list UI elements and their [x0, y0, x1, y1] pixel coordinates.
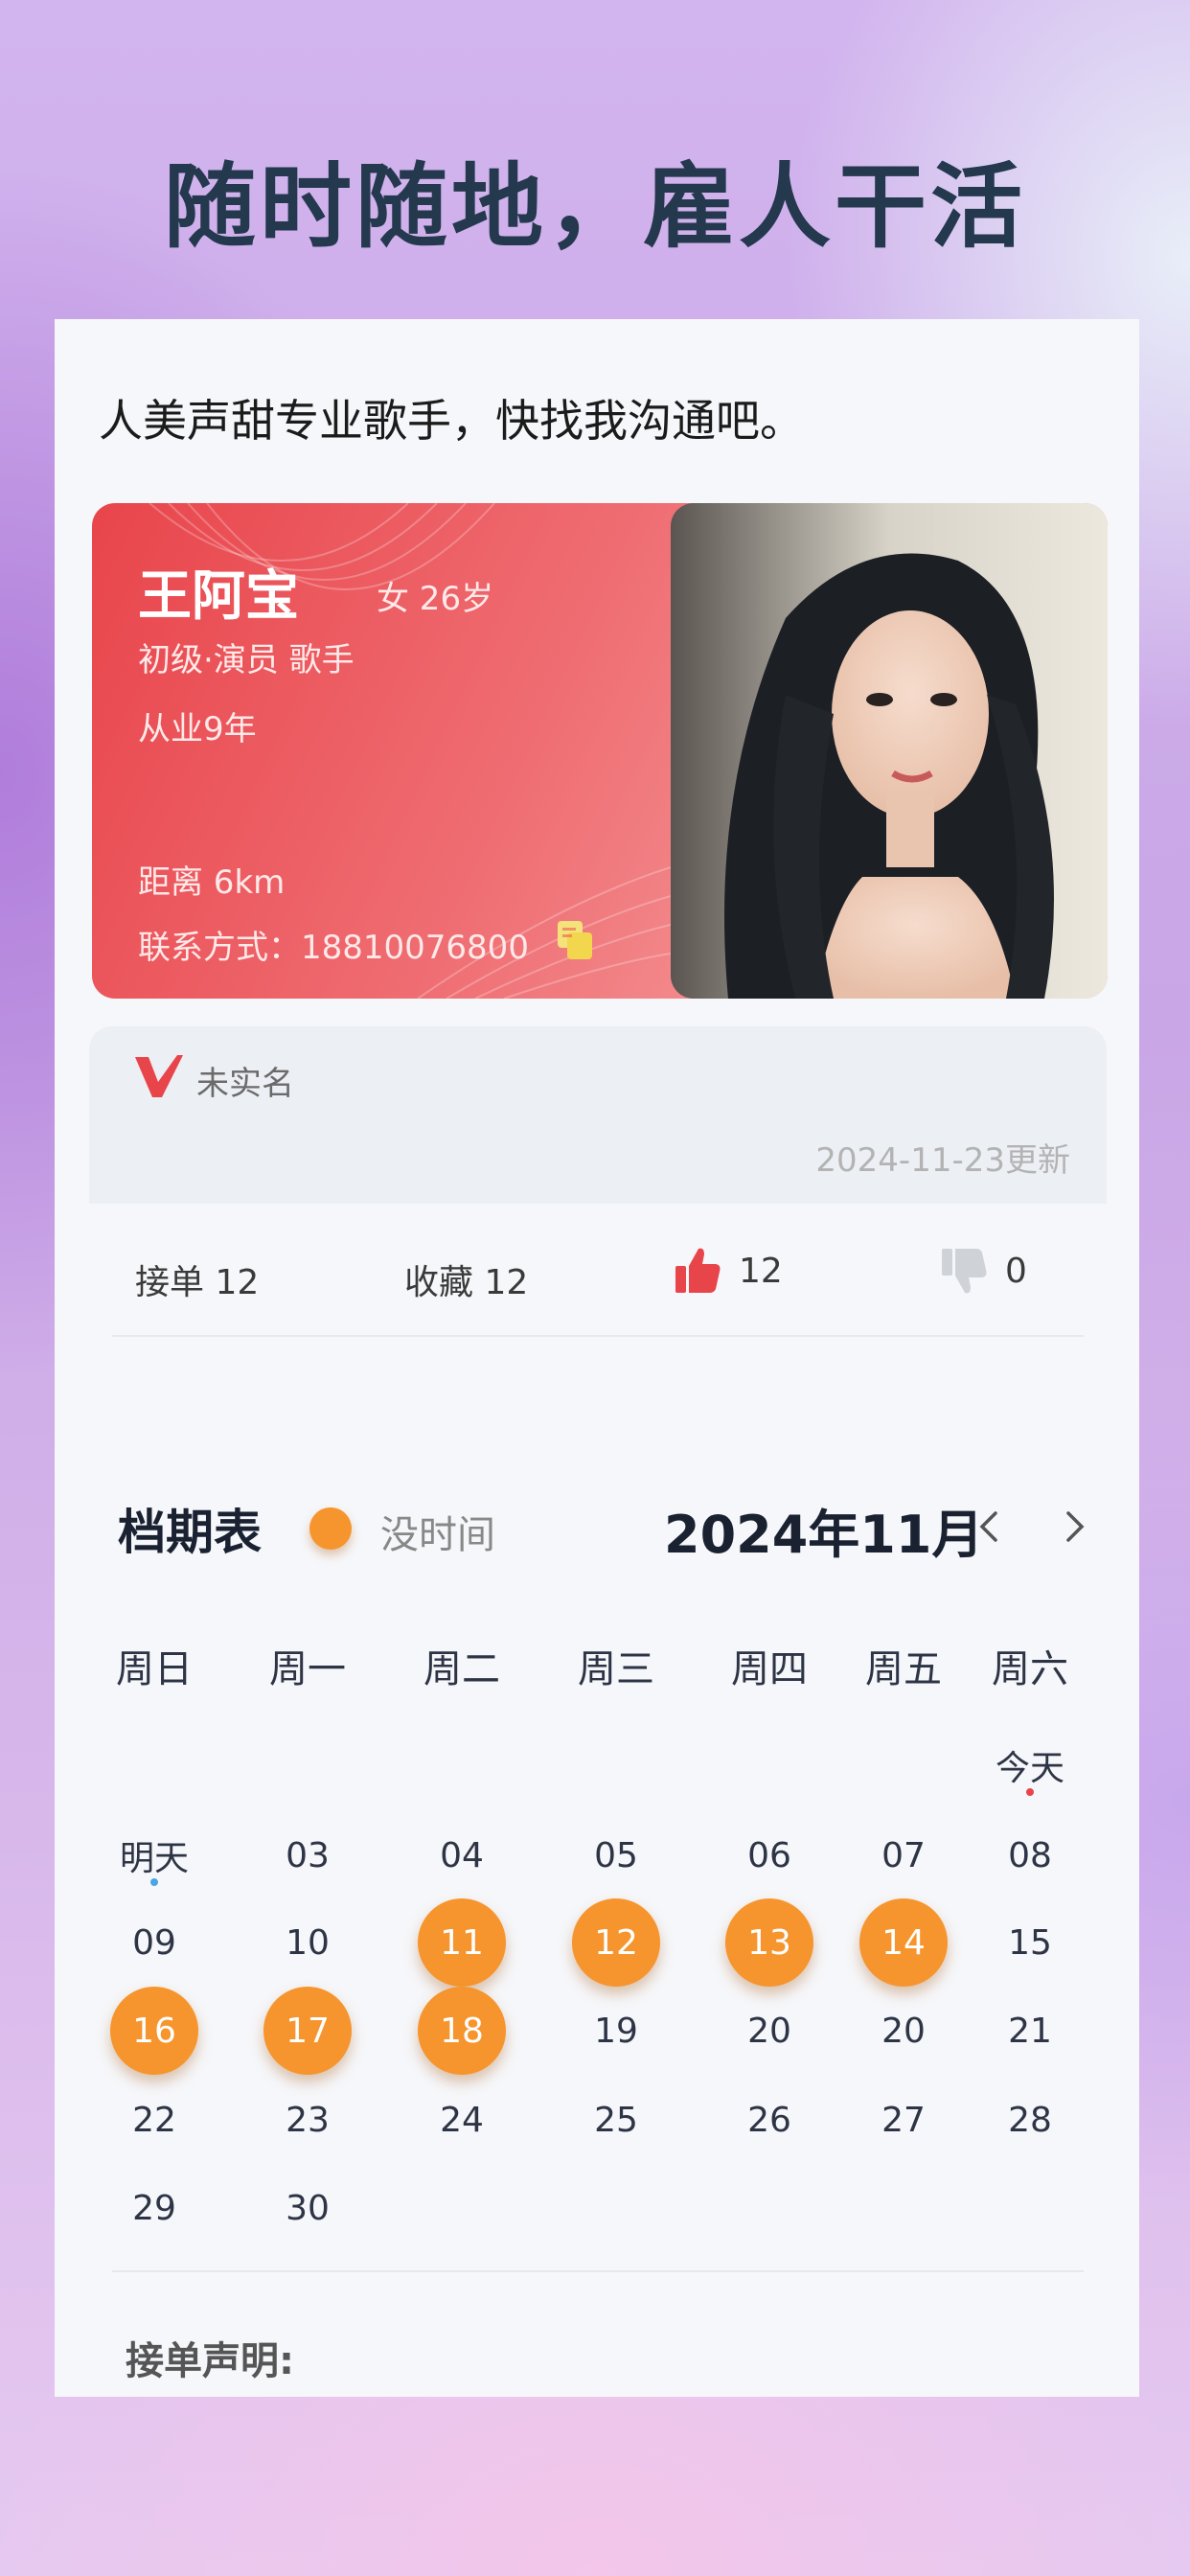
calendar-day[interactable]: 22	[110, 2076, 198, 2164]
contact-text: 联系方式：18810076800	[138, 929, 529, 967]
distance-text: 距离 6km	[138, 863, 286, 902]
worker-photo[interactable]	[671, 503, 1108, 999]
bio-text: 人美声甜专业歌手，快找我沟通吧。	[99, 395, 804, 447]
verification-panel: 未实名 2024-11-23更新	[89, 1026, 1107, 1204]
calendar-day[interactable]: 08	[986, 1811, 1074, 1899]
calendar-day[interactable]: 20	[725, 1987, 813, 2075]
calendar-day[interactable]: 06	[725, 1811, 813, 1899]
experience-years: 从业9年	[138, 710, 257, 748]
calendar-day[interactable]: 28	[986, 2076, 1074, 2164]
calendar-day[interactable]: 09	[110, 1898, 198, 1987]
verified-v-icon	[135, 1055, 183, 1097]
weekday-label: 周日	[116, 1647, 193, 1691]
favorites-count: 收藏 12	[404, 1263, 529, 1302]
calendar-day-busy[interactable]: 13	[725, 1898, 813, 1987]
calendar-day[interactable]: 29	[110, 2164, 198, 2252]
weekday-label: 周一	[269, 1647, 346, 1691]
calendar-day[interactable]: 21	[986, 1987, 1074, 2075]
verification-status: 未实名	[196, 1065, 294, 1103]
weekday-label: 周三	[578, 1647, 654, 1691]
calendar-day-busy[interactable]: 17	[263, 1987, 352, 2075]
calendar-day[interactable]: 26	[725, 2076, 813, 2164]
calendar-divider	[112, 2270, 1084, 2272]
level-roles: 初级·演员 歌手	[138, 641, 355, 679]
page-headline: 随时随地，雇人干活	[164, 153, 1026, 261]
calendar-day[interactable]: 30	[263, 2164, 352, 2252]
day-marker-dot	[150, 1878, 158, 1886]
dislike-stat[interactable]: 0	[938, 1245, 1027, 1297]
calendar-day[interactable]: 24	[418, 2076, 506, 2164]
next-month-icon[interactable]	[1055, 1507, 1093, 1546]
profile-banner[interactable]: 王阿宝 女 26岁 初级·演员 歌手 从业9年 距离 6km 联系方式：1881…	[92, 503, 1108, 999]
calendar-day[interactable]: 今天	[986, 1721, 1074, 1809]
calendar-day-busy[interactable]: 18	[418, 1987, 506, 2075]
thumbs-down-icon	[942, 1249, 987, 1294]
weekday-label: 周六	[992, 1647, 1068, 1691]
schedule-title: 档期表	[118, 1505, 262, 1560]
orders-count: 接单 12	[135, 1263, 260, 1302]
update-date: 2024-11-23更新	[815, 1141, 1070, 1180]
calendar-day[interactable]: 19	[572, 1987, 660, 2075]
like-stat[interactable]: 12	[672, 1245, 783, 1297]
month-label: 2024年11月	[664, 1505, 984, 1565]
copy-icon[interactable]	[554, 919, 596, 961]
calendar-day[interactable]: 04	[418, 1811, 506, 1899]
calendar-day[interactable]: 明天	[110, 1811, 198, 1899]
calendar-day[interactable]: 25	[572, 2076, 660, 2164]
orders-stat: 接单 12	[135, 1254, 259, 1304]
dislike-count: 0	[1005, 1251, 1027, 1291]
calendar-day-busy[interactable]: 11	[418, 1898, 506, 1987]
busy-legend-dot	[309, 1507, 352, 1550]
calendar-day[interactable]: 27	[859, 2076, 948, 2164]
weekday-label: 周四	[731, 1647, 808, 1691]
favorites-stat[interactable]: 收藏 12	[404, 1254, 528, 1304]
calendar-day[interactable]: 20	[859, 1987, 948, 2075]
stats-divider	[112, 1335, 1084, 1337]
thumbs-up-icon	[675, 1248, 721, 1293]
stats-row: 接单 12 收藏 12 12 0	[55, 1237, 1139, 1314]
calendar-day-busy[interactable]: 16	[110, 1987, 198, 2075]
weekday-label: 周二	[423, 1647, 500, 1691]
calendar-day[interactable]: 03	[263, 1811, 352, 1899]
busy-legend-label: 没时间	[380, 1513, 495, 1557]
calendar-day[interactable]: 15	[986, 1898, 1074, 1987]
profile-card: 人美声甜专业歌手，快找我沟通吧。 王阿宝 女 26岁 初级·演员 歌手 从业9年…	[55, 319, 1139, 2397]
calendar-day[interactable]: 05	[572, 1811, 660, 1899]
like-count: 12	[739, 1251, 783, 1291]
calendar-day-busy[interactable]: 14	[859, 1898, 948, 1987]
worker-name: 王阿宝	[138, 565, 299, 628]
calendar-day-busy[interactable]: 12	[572, 1898, 660, 1987]
calendar-day[interactable]: 07	[859, 1811, 948, 1899]
weekday-label: 周五	[865, 1647, 942, 1691]
day-marker-dot	[1026, 1788, 1034, 1796]
gender-age: 女 26岁	[377, 580, 494, 618]
calendar-day[interactable]: 23	[263, 2076, 352, 2164]
prev-month-icon[interactable]	[971, 1507, 1009, 1546]
statement-label: 接单声明:	[126, 2339, 294, 2383]
calendar-day[interactable]: 10	[263, 1898, 352, 1987]
